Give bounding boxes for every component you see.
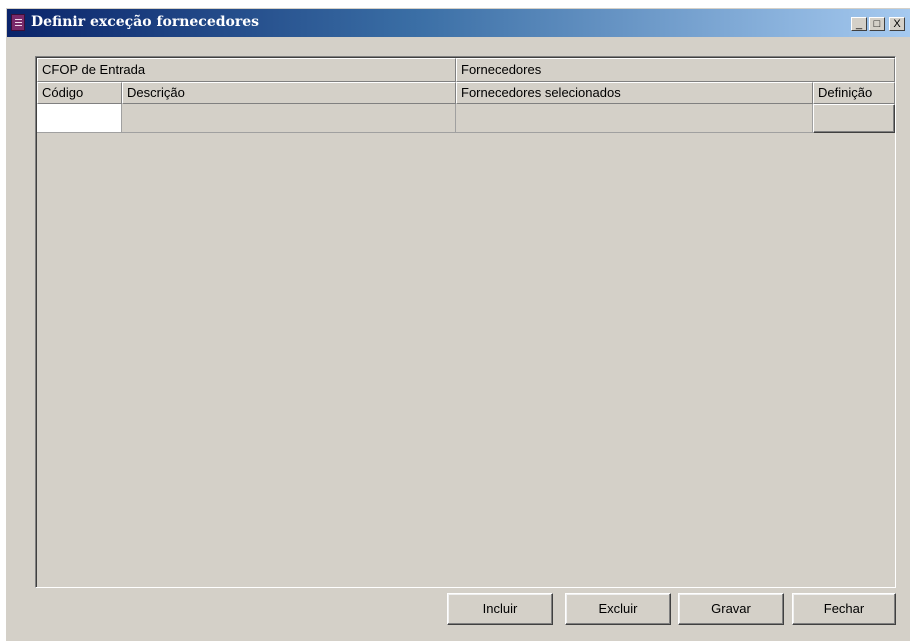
minimize-button[interactable]: _ bbox=[851, 17, 867, 31]
excluir-button[interactable]: Excluir bbox=[565, 593, 671, 625]
fechar-button[interactable]: Fechar bbox=[792, 593, 896, 625]
window-title: Definir exceção fornecedores bbox=[31, 14, 260, 30]
codigo-cell[interactable] bbox=[37, 104, 122, 133]
close-button[interactable]: X bbox=[889, 17, 905, 31]
definicao-button[interactable] bbox=[813, 104, 895, 133]
column-header-descricao[interactable]: Descrição bbox=[122, 82, 456, 104]
column-header-fornecedores-selecionados[interactable]: Fornecedores selecionados bbox=[456, 82, 813, 104]
gravar-button[interactable]: Gravar bbox=[678, 593, 784, 625]
exception-grid[interactable]: CFOP de Entrada Fornecedores Código Desc… bbox=[35, 56, 896, 588]
column-header-definicao[interactable]: Definição bbox=[813, 82, 895, 104]
descricao-cell[interactable] bbox=[122, 104, 456, 133]
document-icon bbox=[11, 14, 25, 31]
dialog-window: Definir exceção fornecedores _ □ X CFOP … bbox=[6, 8, 910, 641]
group-header-cfop-entrada: CFOP de Entrada bbox=[37, 58, 456, 82]
fornecedores-selecionados-cell[interactable] bbox=[456, 104, 813, 133]
maximize-button[interactable]: □ bbox=[869, 17, 885, 31]
incluir-button[interactable]: Incluir bbox=[447, 593, 553, 625]
group-header-fornecedores: Fornecedores bbox=[456, 58, 895, 82]
title-bar[interactable]: Definir exceção fornecedores _ □ X bbox=[7, 9, 910, 37]
column-header-codigo[interactable]: Código bbox=[37, 82, 122, 104]
